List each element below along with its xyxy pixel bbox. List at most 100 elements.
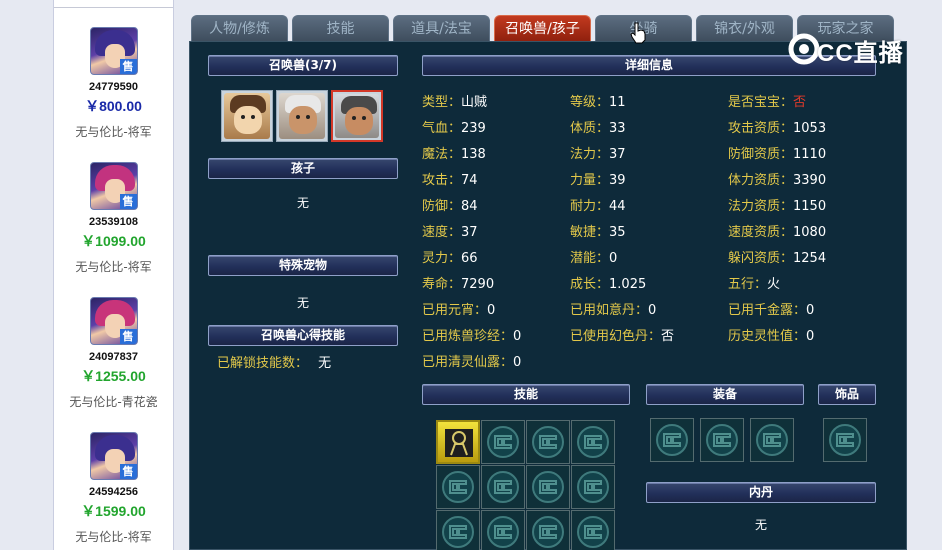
attribute-row: 等级：11 xyxy=(570,95,626,111)
attribute-row: 魔法：138 xyxy=(422,147,486,163)
tab-items[interactable]: 道具/法宝 xyxy=(393,15,490,42)
listing-item[interactable]: 售 24594256 ￥1599.00 无与伦比-将军 xyxy=(54,432,173,545)
listing-avatar[interactable]: 售 xyxy=(89,297,138,345)
attribute-label: 等级： xyxy=(570,95,610,110)
listing-item[interactable]: 售 24779590 ￥800.00 无与伦比-将军 xyxy=(54,27,173,140)
listing-column: 售 24779590 ￥800.00 无与伦比-将军 售 23539108 ￥1… xyxy=(53,0,174,550)
attribute-value: 否 xyxy=(661,329,675,344)
attribute-label: 敏捷： xyxy=(570,225,610,240)
attribute-value: 0 xyxy=(806,303,815,318)
neidan-value: 无 xyxy=(754,518,767,532)
attribute-value: 35 xyxy=(609,225,626,240)
special-pet-value: 无 xyxy=(296,296,309,310)
watermark-text: CC直播 xyxy=(817,40,904,67)
attribute-row: 成长：1.025 xyxy=(570,277,646,293)
attribute-label: 成长： xyxy=(570,277,610,292)
sale-tag: 售 xyxy=(119,329,137,344)
attribute-row: 攻击：74 xyxy=(422,173,478,189)
listing-price: ￥1599.00 xyxy=(81,503,146,519)
attribute-row: 体质：33 xyxy=(570,121,626,137)
equipment-slot[interactable] xyxy=(700,418,744,462)
attribute-label: 寿命： xyxy=(422,277,462,292)
attribute-row: 是否宝宝：否 xyxy=(728,95,806,111)
skill-slot[interactable] xyxy=(481,420,525,464)
equipment-slot[interactable] xyxy=(650,418,694,462)
skill-slot[interactable] xyxy=(526,420,570,464)
skill-slot[interactable] xyxy=(436,465,480,509)
listing-avatar[interactable]: 售 xyxy=(89,432,138,480)
attribute-label: 是否宝宝： xyxy=(728,95,794,110)
skill-slot[interactable] xyxy=(481,465,525,509)
ornament-header: 饰品 xyxy=(818,384,876,405)
tab-character[interactable]: 人物/修炼 xyxy=(191,15,288,42)
unlocked-skills-row: 已解锁技能数： 无 xyxy=(217,356,331,372)
attribute-value: 3390 xyxy=(793,173,827,188)
skill-slot[interactable] xyxy=(526,465,570,509)
empty-slot-icon xyxy=(532,426,564,458)
listing-server: 无与伦比-青花瓷 xyxy=(69,395,158,409)
listing-item[interactable]: 售 24097837 ￥1255.00 无与伦比-青花瓷 xyxy=(54,297,173,410)
character-detail-panel: 人物/修炼 技能 道具/法宝 召唤兽/孩子 坐骑 锦衣/外观 玩家之家 召唤兽(… xyxy=(189,13,907,550)
skill-slot[interactable] xyxy=(571,420,615,464)
child-header: 孩子 xyxy=(208,158,398,179)
listing-price: ￥800.00 xyxy=(85,98,142,114)
attribute-value: 0 xyxy=(806,329,815,344)
skill-slot[interactable] xyxy=(436,510,480,550)
skill-slot[interactable] xyxy=(571,510,615,550)
pet-slot-3[interactable] xyxy=(331,90,383,142)
attribute-label: 已用千金露： xyxy=(728,303,807,318)
summon-count-header: 召唤兽(3/7) xyxy=(208,55,398,76)
attribute-label: 历史灵性值： xyxy=(728,329,807,344)
attribute-row: 防御：84 xyxy=(422,199,478,215)
attribute-row: 敏捷：35 xyxy=(570,225,626,241)
neidan-header: 内丹 xyxy=(646,482,876,503)
pet-slot-2[interactable] xyxy=(276,90,328,142)
listing-server: 无与伦比-将军 xyxy=(75,125,152,139)
empty-slot-icon xyxy=(487,426,519,458)
attribute-row: 潜能：0 xyxy=(570,251,617,267)
sale-tag: 售 xyxy=(119,194,137,209)
attribute-value: 0 xyxy=(609,251,618,266)
empty-slot-icon xyxy=(577,426,609,458)
listing-avatar[interactable]: 售 xyxy=(89,162,138,210)
skill-slot[interactable] xyxy=(481,510,525,550)
empty-slot-icon xyxy=(442,471,474,503)
skill-slot[interactable] xyxy=(571,465,615,509)
attribute-value: 239 xyxy=(461,121,486,136)
tab-appearance[interactable]: 锦衣/外观 xyxy=(696,15,793,42)
tab-skills[interactable]: 技能 xyxy=(292,15,389,42)
summon-panel: 召唤兽(3/7) 孩子 无 特殊宠物 无 召唤兽心得技能 已解锁技能数： 无 详… xyxy=(189,41,907,550)
attribute-value: 山贼 xyxy=(461,95,488,110)
equipment-slot[interactable] xyxy=(750,418,794,462)
attribute-label: 五行： xyxy=(728,277,768,292)
listing-item[interactable]: 售 23539108 ￥1099.00 无与伦比-将军 xyxy=(54,162,173,275)
attribute-row: 已用千金露：0 xyxy=(728,303,814,319)
attribute-label: 已使用幻色丹： xyxy=(570,329,662,344)
sale-tag: 售 xyxy=(119,59,137,74)
attribute-value: 138 xyxy=(461,147,486,162)
attribute-row: 躲闪资质：1254 xyxy=(728,251,826,267)
tab-summons[interactable]: 召唤兽/孩子 xyxy=(494,15,591,42)
divider xyxy=(54,7,173,8)
attribute-value: 7290 xyxy=(461,277,495,292)
unlocked-skills-label: 已解锁技能数： xyxy=(217,356,309,371)
listing-price: ￥1255.00 xyxy=(81,368,146,384)
attribute-row: 力量：39 xyxy=(570,173,626,189)
attribute-label: 攻击： xyxy=(422,173,462,188)
skill-slot[interactable] xyxy=(526,510,570,550)
listing-avatar[interactable]: 售 xyxy=(89,27,138,75)
empty-slot-icon xyxy=(442,516,474,548)
attribute-value: 37 xyxy=(461,225,478,240)
attribute-value: 1254 xyxy=(793,251,827,266)
listing-price: ￥1099.00 xyxy=(81,233,146,249)
watermark: CC直播 xyxy=(787,30,911,68)
unlocked-skills-value: 无 xyxy=(318,356,332,371)
attribute-value: 1053 xyxy=(793,121,827,136)
attribute-row: 已使用幻色丹：否 xyxy=(570,329,674,345)
ornament-slot[interactable] xyxy=(823,418,867,462)
attribute-label: 法力资质： xyxy=(728,199,794,214)
skill-slot[interactable] xyxy=(436,420,480,464)
pet-slot-1[interactable] xyxy=(221,90,273,142)
attribute-row: 历史灵性值：0 xyxy=(728,329,814,345)
empty-slot-icon xyxy=(532,516,564,548)
